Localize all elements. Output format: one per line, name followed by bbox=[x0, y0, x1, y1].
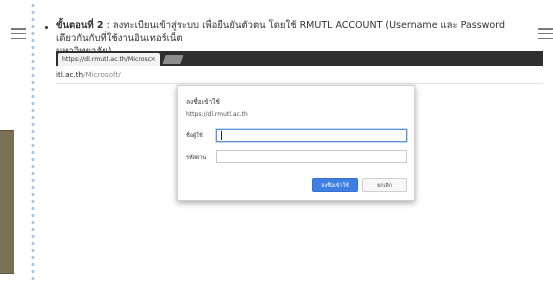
password-input[interactable] bbox=[216, 150, 407, 163]
login-dialog: ลงชื่อเข้าใช้ https://dl.rmutl.ac.th ชื่… bbox=[177, 85, 415, 201]
new-tab-icon[interactable] bbox=[162, 55, 184, 64]
bullet-icon bbox=[45, 26, 48, 29]
url-host: itl.ac.th bbox=[56, 70, 84, 79]
password-label: รหัสผ่าน bbox=[186, 155, 207, 161]
dialog-site-url: https://dl.rmutl.ac.th bbox=[186, 111, 248, 118]
browser-tab[interactable]: https://dl.rmutl.ac.th/Microsc × bbox=[58, 53, 160, 66]
username-label: ชื่อผู้ใช้ bbox=[186, 133, 203, 139]
dotted-guide bbox=[31, 2, 35, 282]
side-tab[interactable] bbox=[0, 130, 14, 274]
step-text-line1: : ลงทะเบียนเข้าสู่ระบบ เพื่อยืนยันตัวตน … bbox=[56, 20, 505, 44]
url-path: /Microsoft/ bbox=[83, 70, 121, 79]
cancel-button[interactable]: ยกเลิก bbox=[362, 178, 407, 192]
hamburger-menu-icon[interactable] bbox=[538, 28, 553, 39]
hamburger-menu-icon[interactable] bbox=[11, 28, 26, 39]
address-bar[interactable]: itl.ac.th/Microsoft/ bbox=[56, 66, 543, 84]
dialog-title: ลงชื่อเข้าใช้ bbox=[186, 98, 220, 106]
text-caret bbox=[221, 131, 222, 140]
browser-tab-title: https://dl.rmutl.ac.th/Microsc bbox=[62, 56, 152, 63]
close-icon[interactable]: × bbox=[150, 55, 156, 63]
step-label: ขั้นตอนที่ 2 bbox=[56, 20, 104, 31]
username-input[interactable] bbox=[216, 129, 407, 142]
browser-tab-bar: https://dl.rmutl.ac.th/Microsc × bbox=[56, 51, 543, 66]
login-button[interactable]: ลงชื่อเข้าใช้ bbox=[312, 178, 358, 192]
